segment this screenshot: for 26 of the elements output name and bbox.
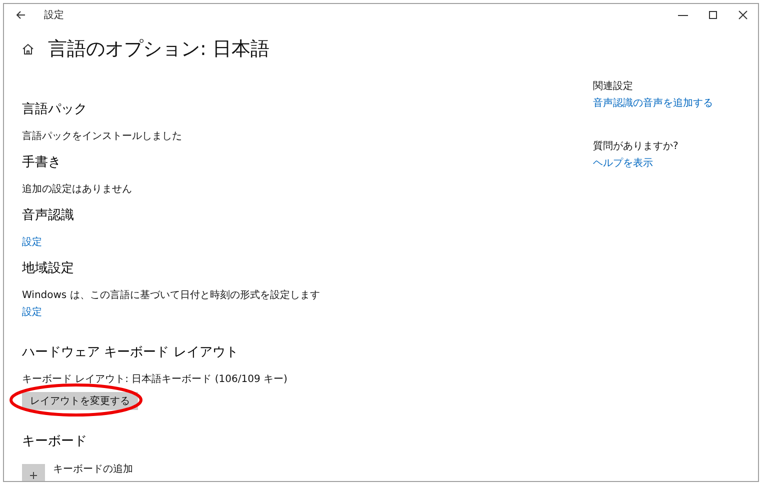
section-heading: キーボード	[22, 433, 87, 451]
side-link[interactable]: 音声認識の音声を追加する	[593, 95, 758, 112]
close-icon	[738, 10, 748, 20]
settings-link[interactable]: 設定	[22, 234, 42, 251]
plus-icon	[30, 472, 37, 479]
side-heading: 質問がありますか?	[593, 140, 680, 154]
side-heading: 関連設定	[593, 80, 634, 94]
page-title: 言語のオプション: 日本語	[48, 37, 270, 62]
description-text: Windows は、この言語に基づいて日付と時刻の形式を設定します	[22, 288, 320, 303]
window-title: 設定	[44, 8, 65, 22]
add-keyboard-label: キーボードの追加	[53, 464, 133, 476]
section-heading: ハードウェア キーボード レイアウト	[22, 344, 238, 362]
home-icon[interactable]	[22, 43, 34, 55]
section-heading: 言語パック	[22, 101, 87, 119]
section-heading: 音声認識	[22, 207, 74, 225]
description-text: 言語パックをインストールしました	[22, 130, 182, 144]
description-text: キーボード レイアウト: 日本語キーボード (106/109 キー)	[22, 372, 288, 387]
description-text: 追加の設定はありません	[22, 182, 132, 197]
settings-link[interactable]: 設定	[22, 304, 42, 321]
section-heading: 手書き	[22, 154, 61, 172]
section-heading: 地域設定	[22, 260, 74, 278]
add-keyboard-button[interactable]	[22, 464, 45, 481]
maximize-icon	[708, 10, 718, 20]
change-layout-button[interactable]: レイアウトを変更する	[22, 392, 138, 410]
side-link[interactable]: ヘルプを表示	[593, 155, 758, 172]
back-arrow-icon[interactable]	[16, 10, 26, 20]
